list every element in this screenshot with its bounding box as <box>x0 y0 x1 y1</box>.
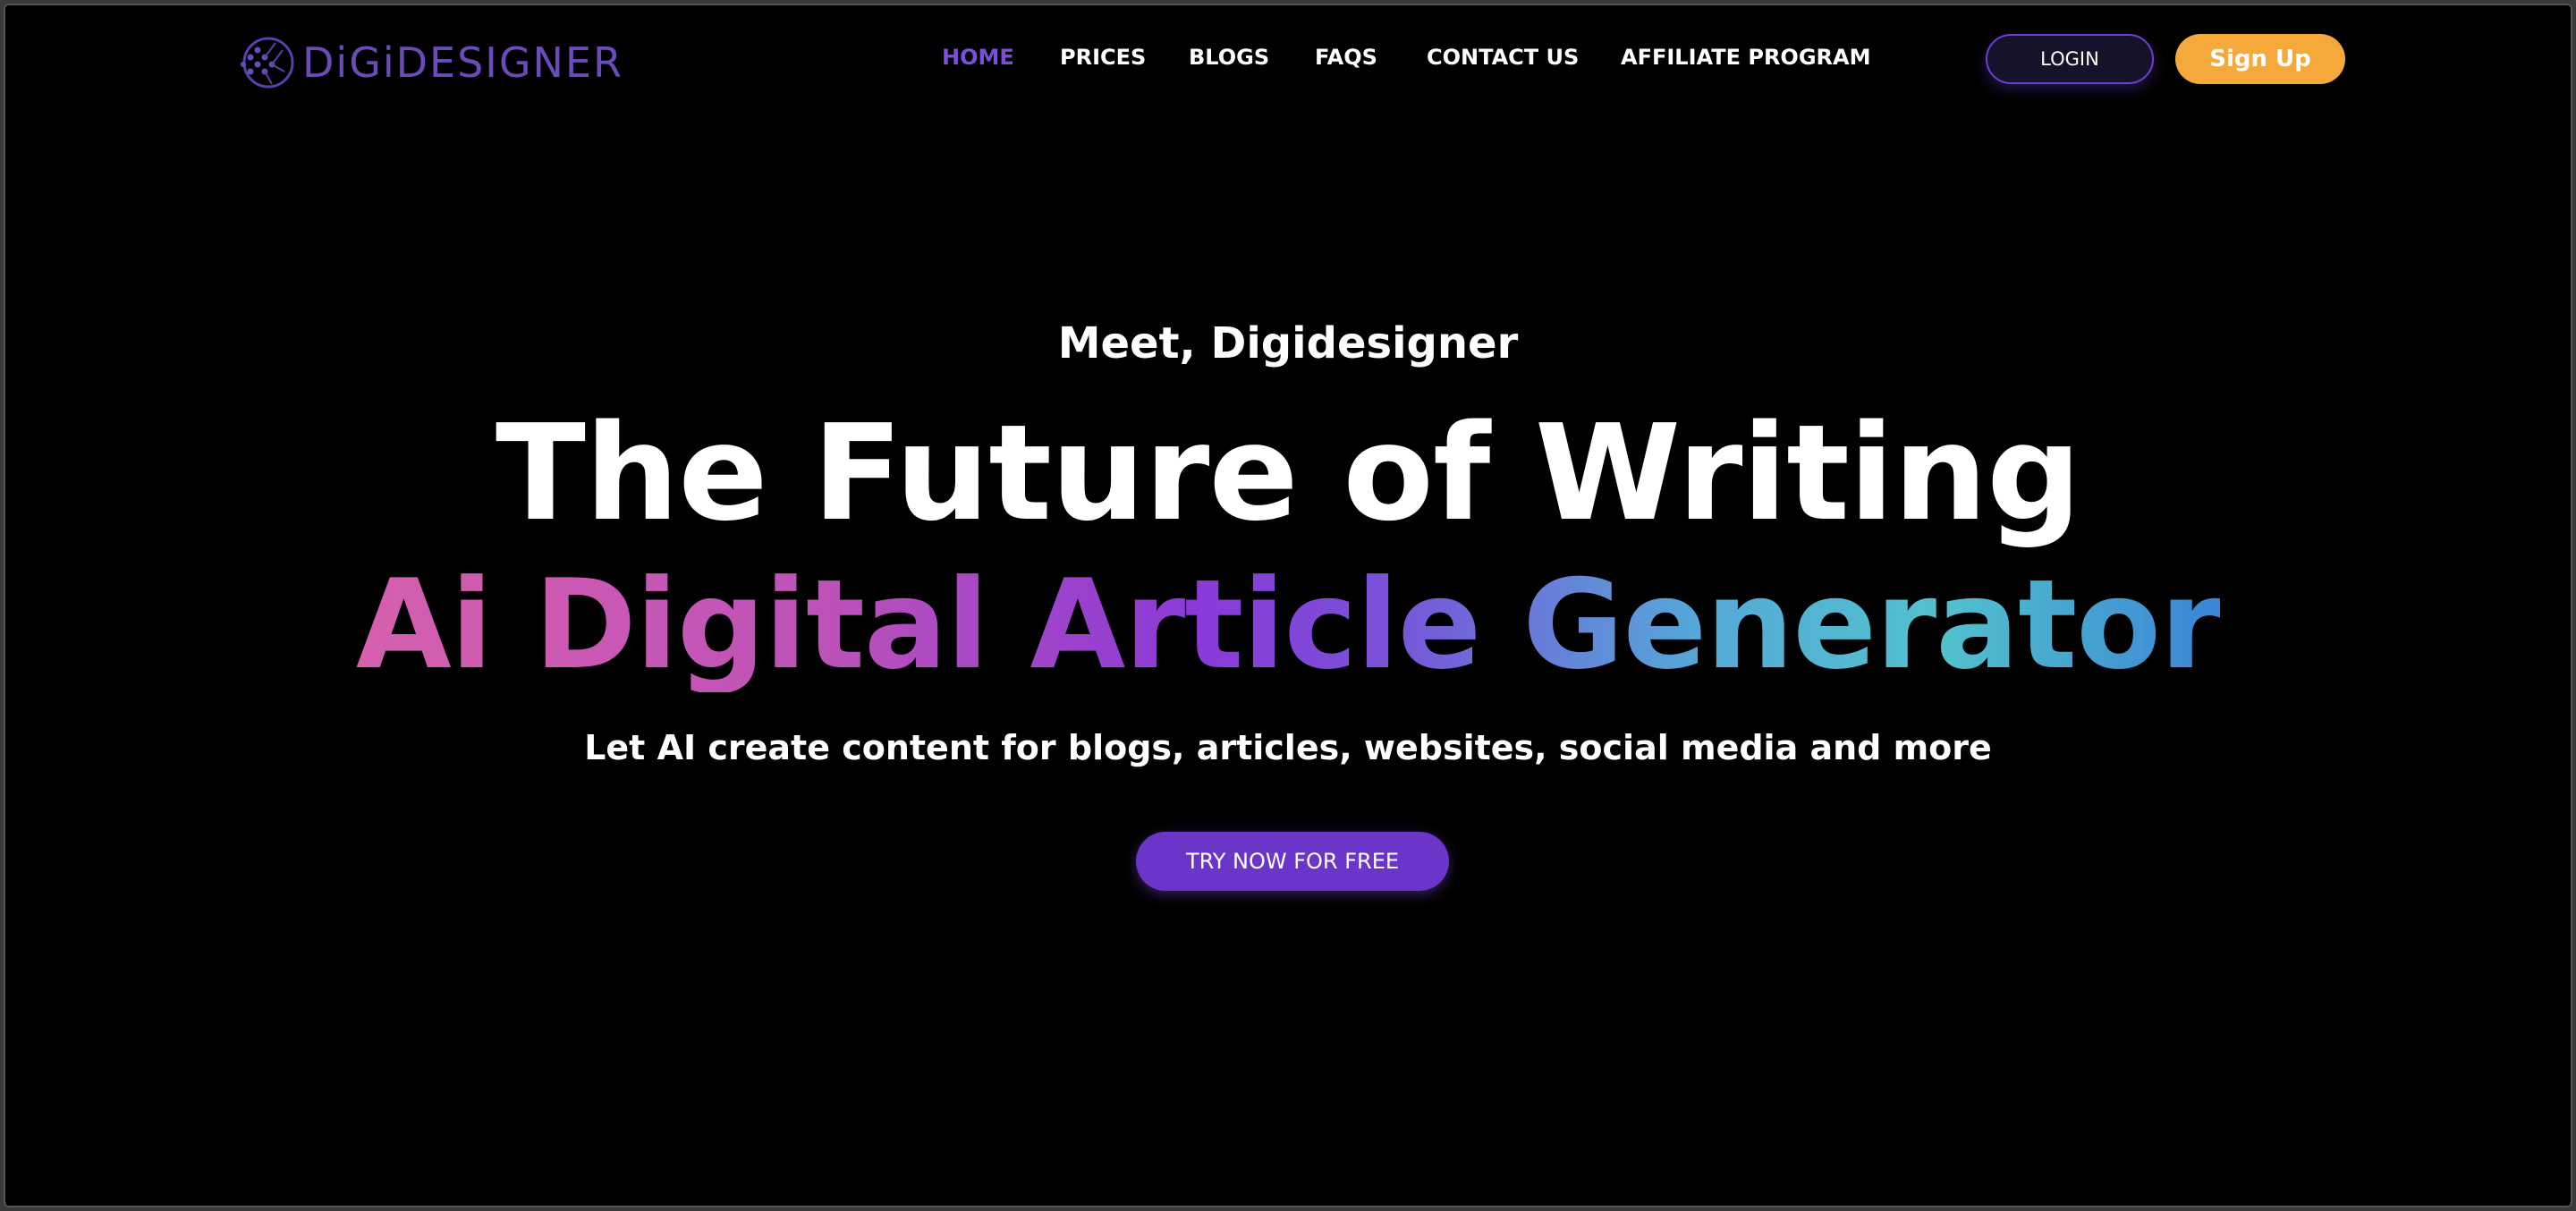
nav-item-contact-us[interactable]: CONTACT US <box>1427 45 1579 70</box>
page-frame: DiGiDESIGNER HOME PRICES BLOGS FAQS CONT… <box>4 4 2572 1207</box>
hero-eyebrow: Meet, Digidesigner <box>1057 318 1519 368</box>
nav-item-blogs[interactable]: BLOGS <box>1189 45 1269 70</box>
brand-name: DiGiDESIGNER <box>302 38 623 87</box>
hero-headline-gradient: Ai Digital Article Generator <box>355 553 2221 697</box>
hero-subtitle: Let AI create content for blogs, article… <box>584 728 1992 767</box>
globe-network-icon <box>241 37 294 89</box>
login-button[interactable]: LOGIN <box>1986 34 2154 84</box>
signup-button[interactable]: Sign Up <box>2175 34 2345 84</box>
nav-item-prices[interactable]: PRICES <box>1060 45 1146 70</box>
try-now-button[interactable]: TRY NOW FOR FREE <box>1136 832 1449 891</box>
hero-headline: The Future of Writing <box>495 396 2081 550</box>
nav-item-faqs[interactable]: FAQS <box>1315 45 1377 70</box>
nav-item-affiliate-program[interactable]: AFFILIATE PROGRAM <box>1621 45 1870 70</box>
hero-gradient-row: Ai Digital Article Generator <box>5 558 2571 692</box>
nav-item-home[interactable]: HOME <box>942 45 1014 70</box>
brand-logo[interactable]: DiGiDESIGNER <box>236 30 623 95</box>
